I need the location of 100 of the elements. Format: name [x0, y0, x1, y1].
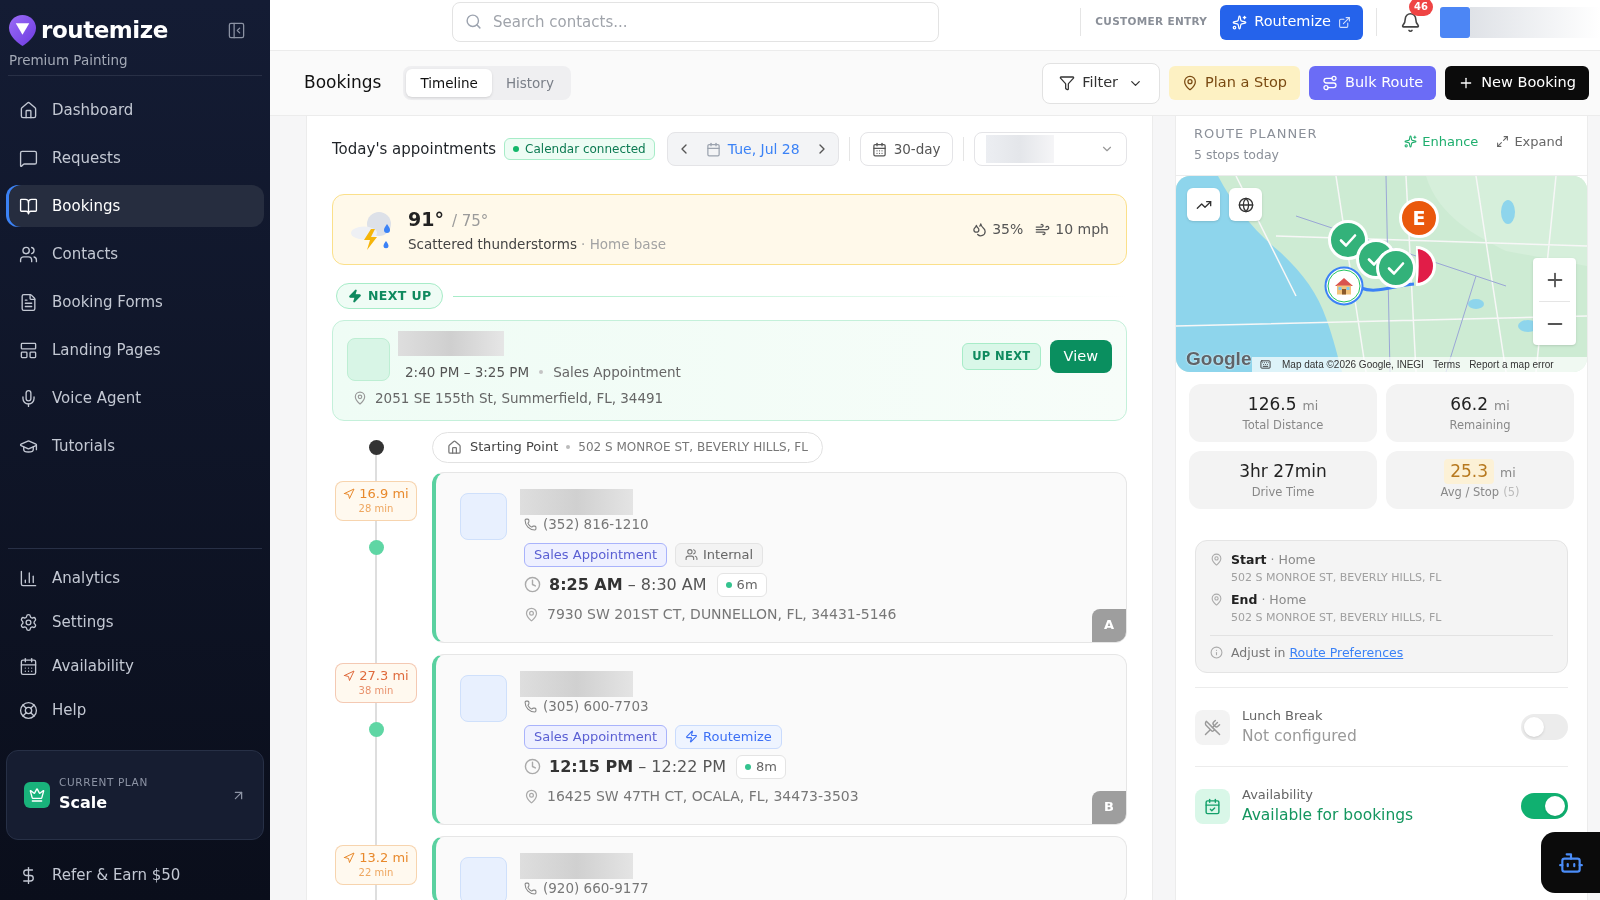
tab[interactable]: History [491, 69, 568, 97]
nav-item[interactable]: Landing Pages [6, 329, 264, 371]
droplets-icon [972, 222, 988, 237]
leg-duration: 28 min [358, 502, 394, 515]
nav-item[interactable]: Availability [6, 647, 264, 685]
next-up-label: NEXT UP [368, 286, 432, 305]
temperature-high: 91° [408, 207, 444, 233]
nav-item[interactable]: Settings [6, 603, 264, 641]
crossed-utensils-icon [1195, 709, 1230, 745]
nav-item[interactable]: Voice Agent [6, 377, 264, 419]
expand-button[interactable]: Expand [1496, 132, 1563, 152]
people-icon [685, 548, 699, 561]
navigation-arrow-icon [343, 670, 356, 682]
globe-button[interactable] [1229, 188, 1262, 221]
new-button[interactable]: New Booking [1445, 66, 1589, 100]
filter-button[interactable]: Filter [1042, 62, 1161, 104]
toggle-switch[interactable] [1521, 793, 1568, 820]
endpoint-address: 502 S MONROE ST, BEVERLY HILLS, FL [1231, 610, 1442, 626]
logo-pin-icon [8, 13, 37, 47]
view-button[interactable]: View [1049, 340, 1112, 374]
notifications-bell-icon[interactable] [1400, 11, 1421, 33]
open-book-icon [19, 196, 38, 216]
avatar-placeholder [347, 338, 390, 381]
nav-item[interactable]: Booking Forms [6, 281, 264, 323]
stat-value: 126.5 [1247, 392, 1297, 416]
routemize-button[interactable]: Routemize [1220, 4, 1363, 40]
calendar-status-label: Calendar connected [525, 141, 646, 158]
current-plan-card[interactable]: CURRENT PLAN Scale [6, 750, 264, 840]
stop-letter-badge: B [1092, 790, 1126, 824]
booking-card[interactable]: (305) 600-7703 Sales Appointment Routemize 12:15 PM – 12:22 PM 8m 16425 SW 47TH CT, OCALA, FL, 34473-3503 B [432, 653, 1127, 825]
tab[interactable]: Timeline [406, 69, 492, 97]
notification-count-badge: 46 [1409, 0, 1433, 16]
user-avatar[interactable] [1440, 6, 1470, 38]
avatar-placeholder [460, 492, 507, 540]
assistant-button[interactable] [1541, 832, 1600, 893]
sidebar-toggle-icon[interactable] [227, 20, 246, 40]
nav-item[interactable]: Dashboard [6, 89, 264, 131]
map-pin-icon [524, 789, 539, 804]
calendar-icon [19, 656, 38, 676]
keyboard-icon[interactable] [1258, 359, 1273, 370]
map-logo: Google [1186, 348, 1252, 370]
panel-title: ROUTE PLANNER [1194, 125, 1318, 143]
plan-button[interactable]: Plan a Stop [1169, 66, 1300, 100]
setting-title: Availability [1242, 785, 1314, 804]
map-footer-link[interactable]: Report a map error [1469, 357, 1554, 372]
nav-item[interactable]: Analytics [6, 559, 264, 597]
precipitation-chance: 35% [992, 220, 1024, 239]
home-marker-icon[interactable] [1324, 266, 1364, 306]
microphone-icon [19, 388, 38, 408]
house-icon [19, 100, 38, 120]
appointment-type-tag: Sales Appointment [524, 724, 668, 749]
globe-icon [1237, 196, 1254, 213]
bar-chart-icon [19, 568, 38, 588]
phone-icon [524, 700, 537, 713]
nav-item[interactable]: Help [6, 691, 264, 729]
nav-item[interactable]: Tutorials [6, 425, 264, 467]
nav-item[interactable]: Requests [6, 137, 264, 179]
setting-status: Not configured [1242, 726, 1357, 748]
calendar-icon [705, 141, 721, 157]
leg-distance: 27.3 mi [359, 668, 409, 684]
chat-bubble-icon [19, 148, 38, 168]
referral-link[interactable]: Refer & Earn $50 [6, 855, 264, 895]
avatar-placeholder [460, 856, 507, 900]
map-pin-icon [1210, 553, 1223, 566]
appointment-address: 2051 SE 155th St, Summerfield, FL, 34491 [375, 389, 664, 409]
trend-line-button[interactable] [1187, 188, 1220, 221]
calendar-check-icon [1195, 788, 1230, 824]
lifebuoy-icon [19, 700, 38, 720]
map-footer-link[interactable]: Terms [1432, 357, 1461, 372]
clock-icon [524, 576, 541, 593]
bulk-button[interactable]: Bulk Route [1309, 66, 1437, 100]
endpoint-address: 502 S MONROE ST, BEVERLY HILLS, FL [1231, 569, 1442, 586]
nav-item[interactable]: Contacts [6, 233, 264, 275]
search-field[interactable]: Search contacts... [452, 2, 939, 42]
booking-card[interactable]: (920) 660-9177 [432, 835, 1127, 900]
preferences-hint: Adjust in Route Preferences [1231, 643, 1404, 662]
range-button[interactable]: 30-day [859, 132, 953, 166]
stat-label: Avg / Stop [1440, 484, 1500, 502]
leg-duration: 22 min [358, 866, 394, 879]
lightning-icon [348, 289, 362, 303]
settings-icon [19, 612, 38, 632]
external-link-icon [1338, 15, 1351, 29]
temperature-low: / 75° [451, 211, 489, 233]
toggle-switch[interactable] [1521, 714, 1568, 741]
nav-item[interactable]: Bookings [6, 185, 264, 227]
map-pin-icon [524, 607, 539, 622]
stat-label: Remaining [1449, 417, 1511, 435]
sparkles-icon [1404, 135, 1418, 149]
house-icon [447, 439, 462, 455]
stat-value: 66.2 [1450, 392, 1489, 416]
appointment-type-tag: Sales Appointment [524, 542, 668, 567]
phone-icon [524, 882, 537, 895]
stop-address: 7930 SW 201ST CT, DUNNELLON, FL, 34431-5146 [547, 605, 897, 624]
stop-letter-badge: A [1092, 608, 1126, 642]
endpoint-label: End [1231, 591, 1258, 610]
setting-status: Available for bookings [1242, 805, 1414, 827]
navigation-arrow-icon [343, 852, 356, 864]
endpoint-label: Start [1231, 551, 1267, 569]
booking-card[interactable]: (352) 816-1210 Sales Appointment Internal 8:25 AM – 8:30 AM 6m 7930 SW 201ST CT, DUNNELLON, FL, 34431-5146 A [432, 471, 1127, 643]
wind-icon [1035, 222, 1051, 237]
